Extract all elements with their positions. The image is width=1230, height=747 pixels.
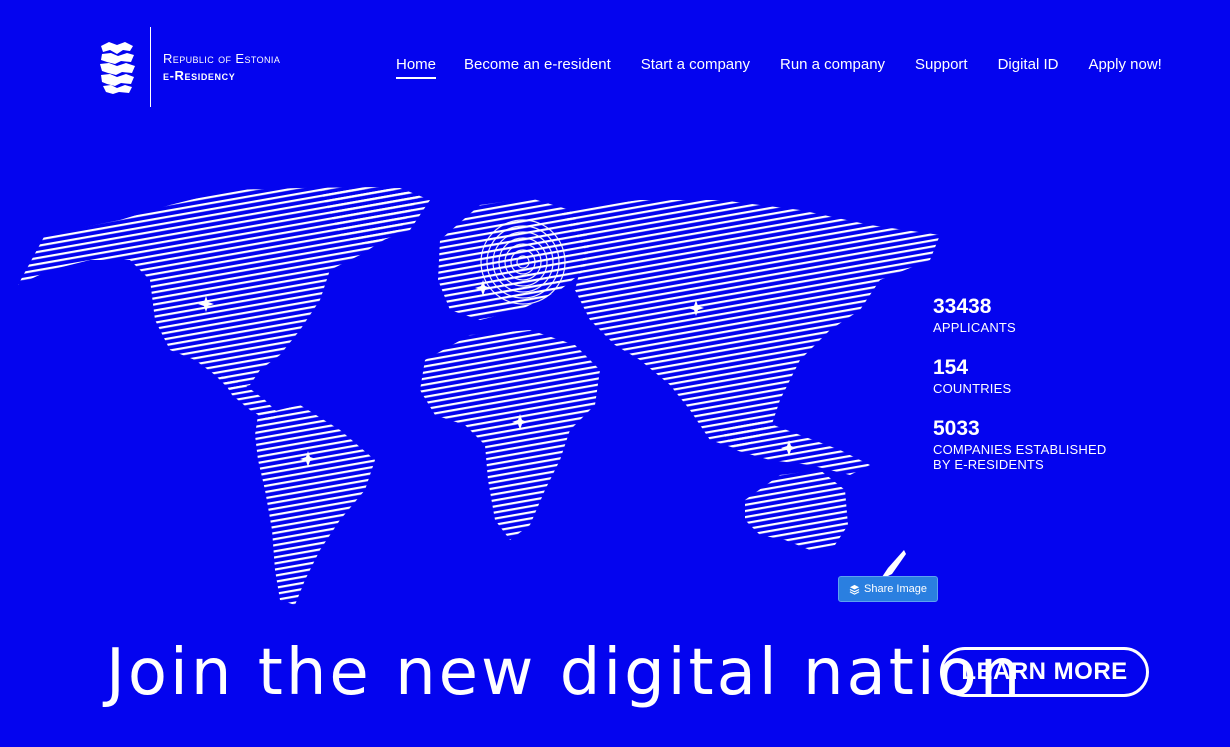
stat-value: 154 (933, 356, 969, 379)
hero-headline: Join the new digital nation (106, 636, 1024, 710)
logo-line1: Republic of Estonia (163, 51, 281, 66)
logo-line2: e-Residency (163, 68, 236, 83)
learn-more-button[interactable]: LEARN MORE (940, 647, 1149, 697)
stat-label: APPLICANTS (933, 320, 1016, 335)
stat-value: 5033 (933, 417, 980, 440)
share-image-button[interactable]: Share Image (838, 576, 938, 602)
nav-become-e-resident[interactable]: Become an e-resident (464, 56, 611, 77)
continent-south-america (255, 405, 375, 605)
nav-support[interactable]: Support (915, 56, 968, 77)
logo-divider (150, 27, 151, 107)
stat-countries: 154 COUNTRIES (933, 355, 1193, 396)
continent-australia (745, 470, 848, 550)
world-map (18, 187, 940, 605)
stat-companies: 5033 COMPANIES ESTABLISHED BY E-RESIDENT… (933, 416, 1193, 472)
stat-value: 33438 (933, 295, 992, 318)
nav-start-company[interactable]: Start a company (641, 56, 750, 77)
stat-label: COUNTRIES (933, 381, 1012, 396)
continent-asia (560, 200, 940, 450)
nav-digital-id[interactable]: Digital ID (998, 56, 1059, 77)
main-nav: Home Become an e-resident Start a compan… (396, 56, 1162, 79)
three-lions-emblem-icon (100, 42, 135, 94)
nav-home[interactable]: Home (396, 56, 437, 79)
stat-label: COMPANIES ESTABLISHED BY E-RESIDENTS (933, 442, 1107, 472)
nav-run-company[interactable]: Run a company (780, 56, 885, 77)
logo[interactable]: Republic of Estonia e-Residency (97, 27, 280, 107)
nav-apply-now[interactable]: Apply now! (1088, 56, 1161, 77)
layers-icon (849, 584, 860, 595)
continent-africa (420, 330, 600, 540)
page: Republic of Estonia e-Residency Home Bec… (0, 0, 1230, 747)
stat-applicants: 33438 APPLICANTS (933, 294, 1193, 335)
stats-panel: 33438 APPLICANTS 154 COUNTRIES 5033 COMP… (933, 294, 1193, 492)
share-image-label: Share Image (864, 583, 927, 595)
logo-text: Republic of Estonia e-Residency (163, 50, 280, 84)
